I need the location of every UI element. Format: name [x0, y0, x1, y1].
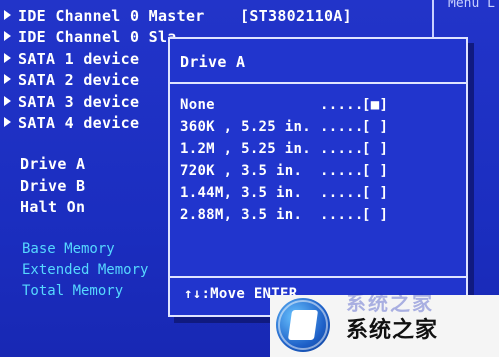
option-none[interactable]: None: [180, 95, 215, 115]
option-dots: .....: [320, 97, 364, 113]
popup-title: Drive A: [180, 53, 246, 71]
popup-footer-divider: [170, 276, 466, 278]
option-marker[interactable]: [ ]: [362, 161, 388, 181]
menu-item-sata4[interactable]: SATA 4 device: [4, 113, 139, 133]
item-help-header: Menu L: [448, 0, 495, 11]
option-360k[interactable]: 360K , 5.25 in.: [180, 117, 311, 137]
drive-a-popup[interactable]: Drive A None ..... [■] 360K , 5.25 in. .…: [168, 37, 468, 317]
option-marker[interactable]: [ ]: [362, 205, 388, 225]
bios-screen: IDE Channel 0 Master [ST3802110A] IDE Ch…: [0, 0, 499, 357]
menu-item-label: SATA 2 device: [18, 71, 140, 89]
submenu-arrow-icon: [4, 74, 11, 84]
menu-item-ide-master[interactable]: IDE Channel 0 Master: [4, 6, 205, 26]
option-marker[interactable]: [ ]: [362, 183, 388, 203]
watermark-brand-text: 系统之家: [346, 318, 439, 343]
base-memory-label: Base Memory: [22, 241, 115, 257]
setting-drive-a[interactable]: Drive A: [20, 154, 85, 174]
option-dots: .....: [320, 119, 364, 135]
extended-memory-label: Extended Memory: [22, 262, 149, 278]
popup-divider: [170, 82, 466, 84]
menu-item-label: IDE Channel 0 Master: [18, 7, 205, 25]
setting-halt-on[interactable]: Halt On: [20, 197, 85, 217]
setting-drive-b[interactable]: Drive B: [20, 176, 85, 196]
site-logo-icon: [276, 298, 330, 352]
submenu-arrow-icon: [4, 96, 11, 106]
option-1-44m[interactable]: 1.44M, 3.5 in.: [180, 183, 302, 203]
option-dots: .....: [320, 207, 364, 223]
ide-master-value: [ST3802110A]: [240, 7, 352, 25]
submenu-arrow-icon: [4, 53, 11, 63]
option-2-88m[interactable]: 2.88M, 3.5 in.: [180, 205, 302, 225]
watermark: 系统之家 系统之家: [270, 291, 499, 357]
option-1-2m[interactable]: 1.2M , 5.25 in.: [180, 139, 311, 159]
menu-item-label: IDE Channel 0 Sla: [18, 28, 177, 46]
submenu-arrow-icon: [4, 31, 11, 41]
logo-window-shape: [287, 310, 319, 340]
option-marker[interactable]: [ ]: [362, 117, 388, 137]
menu-item-label: SATA 1 device: [18, 50, 140, 68]
option-marker[interactable]: [ ]: [362, 139, 388, 159]
menu-item-sata1[interactable]: SATA 1 device: [4, 49, 139, 69]
submenu-arrow-icon: [4, 117, 11, 127]
menu-item-sata3[interactable]: SATA 3 device: [4, 92, 139, 112]
submenu-arrow-icon: [4, 10, 11, 20]
option-dots: .....: [320, 141, 364, 157]
option-dots: .....: [320, 163, 364, 179]
option-dots: .....: [320, 185, 364, 201]
menu-item-sata2[interactable]: SATA 2 device: [4, 70, 139, 90]
menu-item-label: SATA 3 device: [18, 93, 140, 111]
menu-item-label: SATA 4 device: [18, 114, 140, 132]
menu-item-ide-slave[interactable]: IDE Channel 0 Sla: [4, 27, 177, 47]
option-720k[interactable]: 720K , 3.5 in.: [180, 161, 302, 181]
option-selected-marker[interactable]: [■]: [362, 95, 388, 115]
total-memory-label: Total Memory: [22, 283, 124, 299]
